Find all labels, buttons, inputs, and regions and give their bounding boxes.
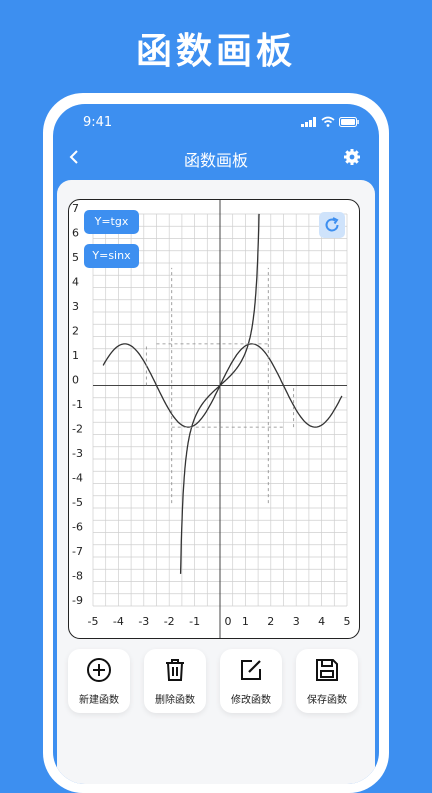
x-tick-label: 2 [267, 615, 274, 628]
x-tick-label: 1 [242, 615, 249, 628]
app-screen: 9:41 函数画板 -5 -4 -3 -2 -1 0 1 2 3 4 5 7 6… [53, 104, 379, 784]
y-tick-label: 6 [72, 227, 79, 240]
action-label: 保存函数 [307, 695, 347, 706]
promo-title: 函数画板 [135, 31, 296, 72]
y-tick-label: -2 [72, 423, 83, 436]
y-tick-label: 5 [72, 251, 79, 264]
edit-icon [241, 660, 261, 680]
y-tick-label: -4 [72, 472, 83, 485]
x-tick-label: -3 [138, 615, 149, 628]
y-tick-label: 0 [72, 374, 79, 387]
action-label: 修改函数 [231, 695, 271, 706]
action-label: 删除函数 [155, 695, 195, 706]
y-tick-label: -1 [72, 398, 83, 411]
y-tick-label: -7 [72, 545, 83, 558]
signal-icon [301, 117, 316, 127]
y-tick-label: -3 [72, 447, 83, 460]
delete-function-button[interactable]: 删除函数 [144, 649, 206, 713]
function-chip-sinx[interactable]: Y=sinx [84, 244, 139, 268]
refresh-icon [325, 217, 339, 232]
x-tick-label: 0 [225, 615, 232, 628]
function-chip-tgx[interactable]: Y=tgx [84, 210, 139, 234]
wifi-icon [321, 116, 335, 127]
nav-title: 函数画板 [183, 151, 248, 170]
save-icon [316, 659, 338, 681]
x-tick-label: -2 [164, 615, 175, 628]
y-tick-label: 4 [72, 276, 79, 289]
battery-icon [339, 117, 359, 127]
action-bar: 新建函数 删除函数 修改函数 保存函数 [53, 649, 379, 719]
nav-bar: 函数画板 [53, 140, 379, 176]
y-tick-label: -5 [72, 496, 83, 509]
new-function-button[interactable]: 新建函数 [68, 649, 130, 713]
plus-circle-icon [87, 658, 111, 682]
action-label: 新建函数 [79, 695, 119, 706]
status-bar: 9:41 [53, 112, 379, 134]
x-tick-label: -5 [88, 615, 99, 628]
y-tick-label: 2 [72, 325, 79, 338]
y-tick-label: -6 [72, 521, 83, 534]
y-tick-label: 3 [72, 300, 79, 313]
edit-function-button[interactable]: 修改函数 [220, 649, 282, 713]
graph-board[interactable]: -5 -4 -3 -2 -1 0 1 2 3 4 5 7 6 5 4 3 2 1 0 -1 -2 -3 -4 -5 -6 -7 -8… [68, 199, 360, 639]
x-tick-label: 3 [293, 615, 300, 628]
y-tick-label: -9 [72, 594, 83, 607]
refresh-button[interactable] [319, 212, 345, 238]
x-tick-label: -4 [113, 615, 124, 628]
x-tick-label: 5 [344, 615, 351, 628]
status-icons [301, 115, 361, 129]
gear-icon[interactable] [343, 148, 361, 166]
x-tick-label: -1 [189, 615, 200, 628]
save-function-button[interactable]: 保存函数 [296, 649, 358, 713]
y-tick-label: -8 [72, 570, 83, 583]
trash-icon [166, 659, 184, 681]
y-tick-label: 1 [72, 349, 79, 362]
y-tick-label: 7 [72, 202, 79, 215]
x-tick-label: 4 [318, 615, 325, 628]
status-time: 9:41 [83, 115, 113, 130]
